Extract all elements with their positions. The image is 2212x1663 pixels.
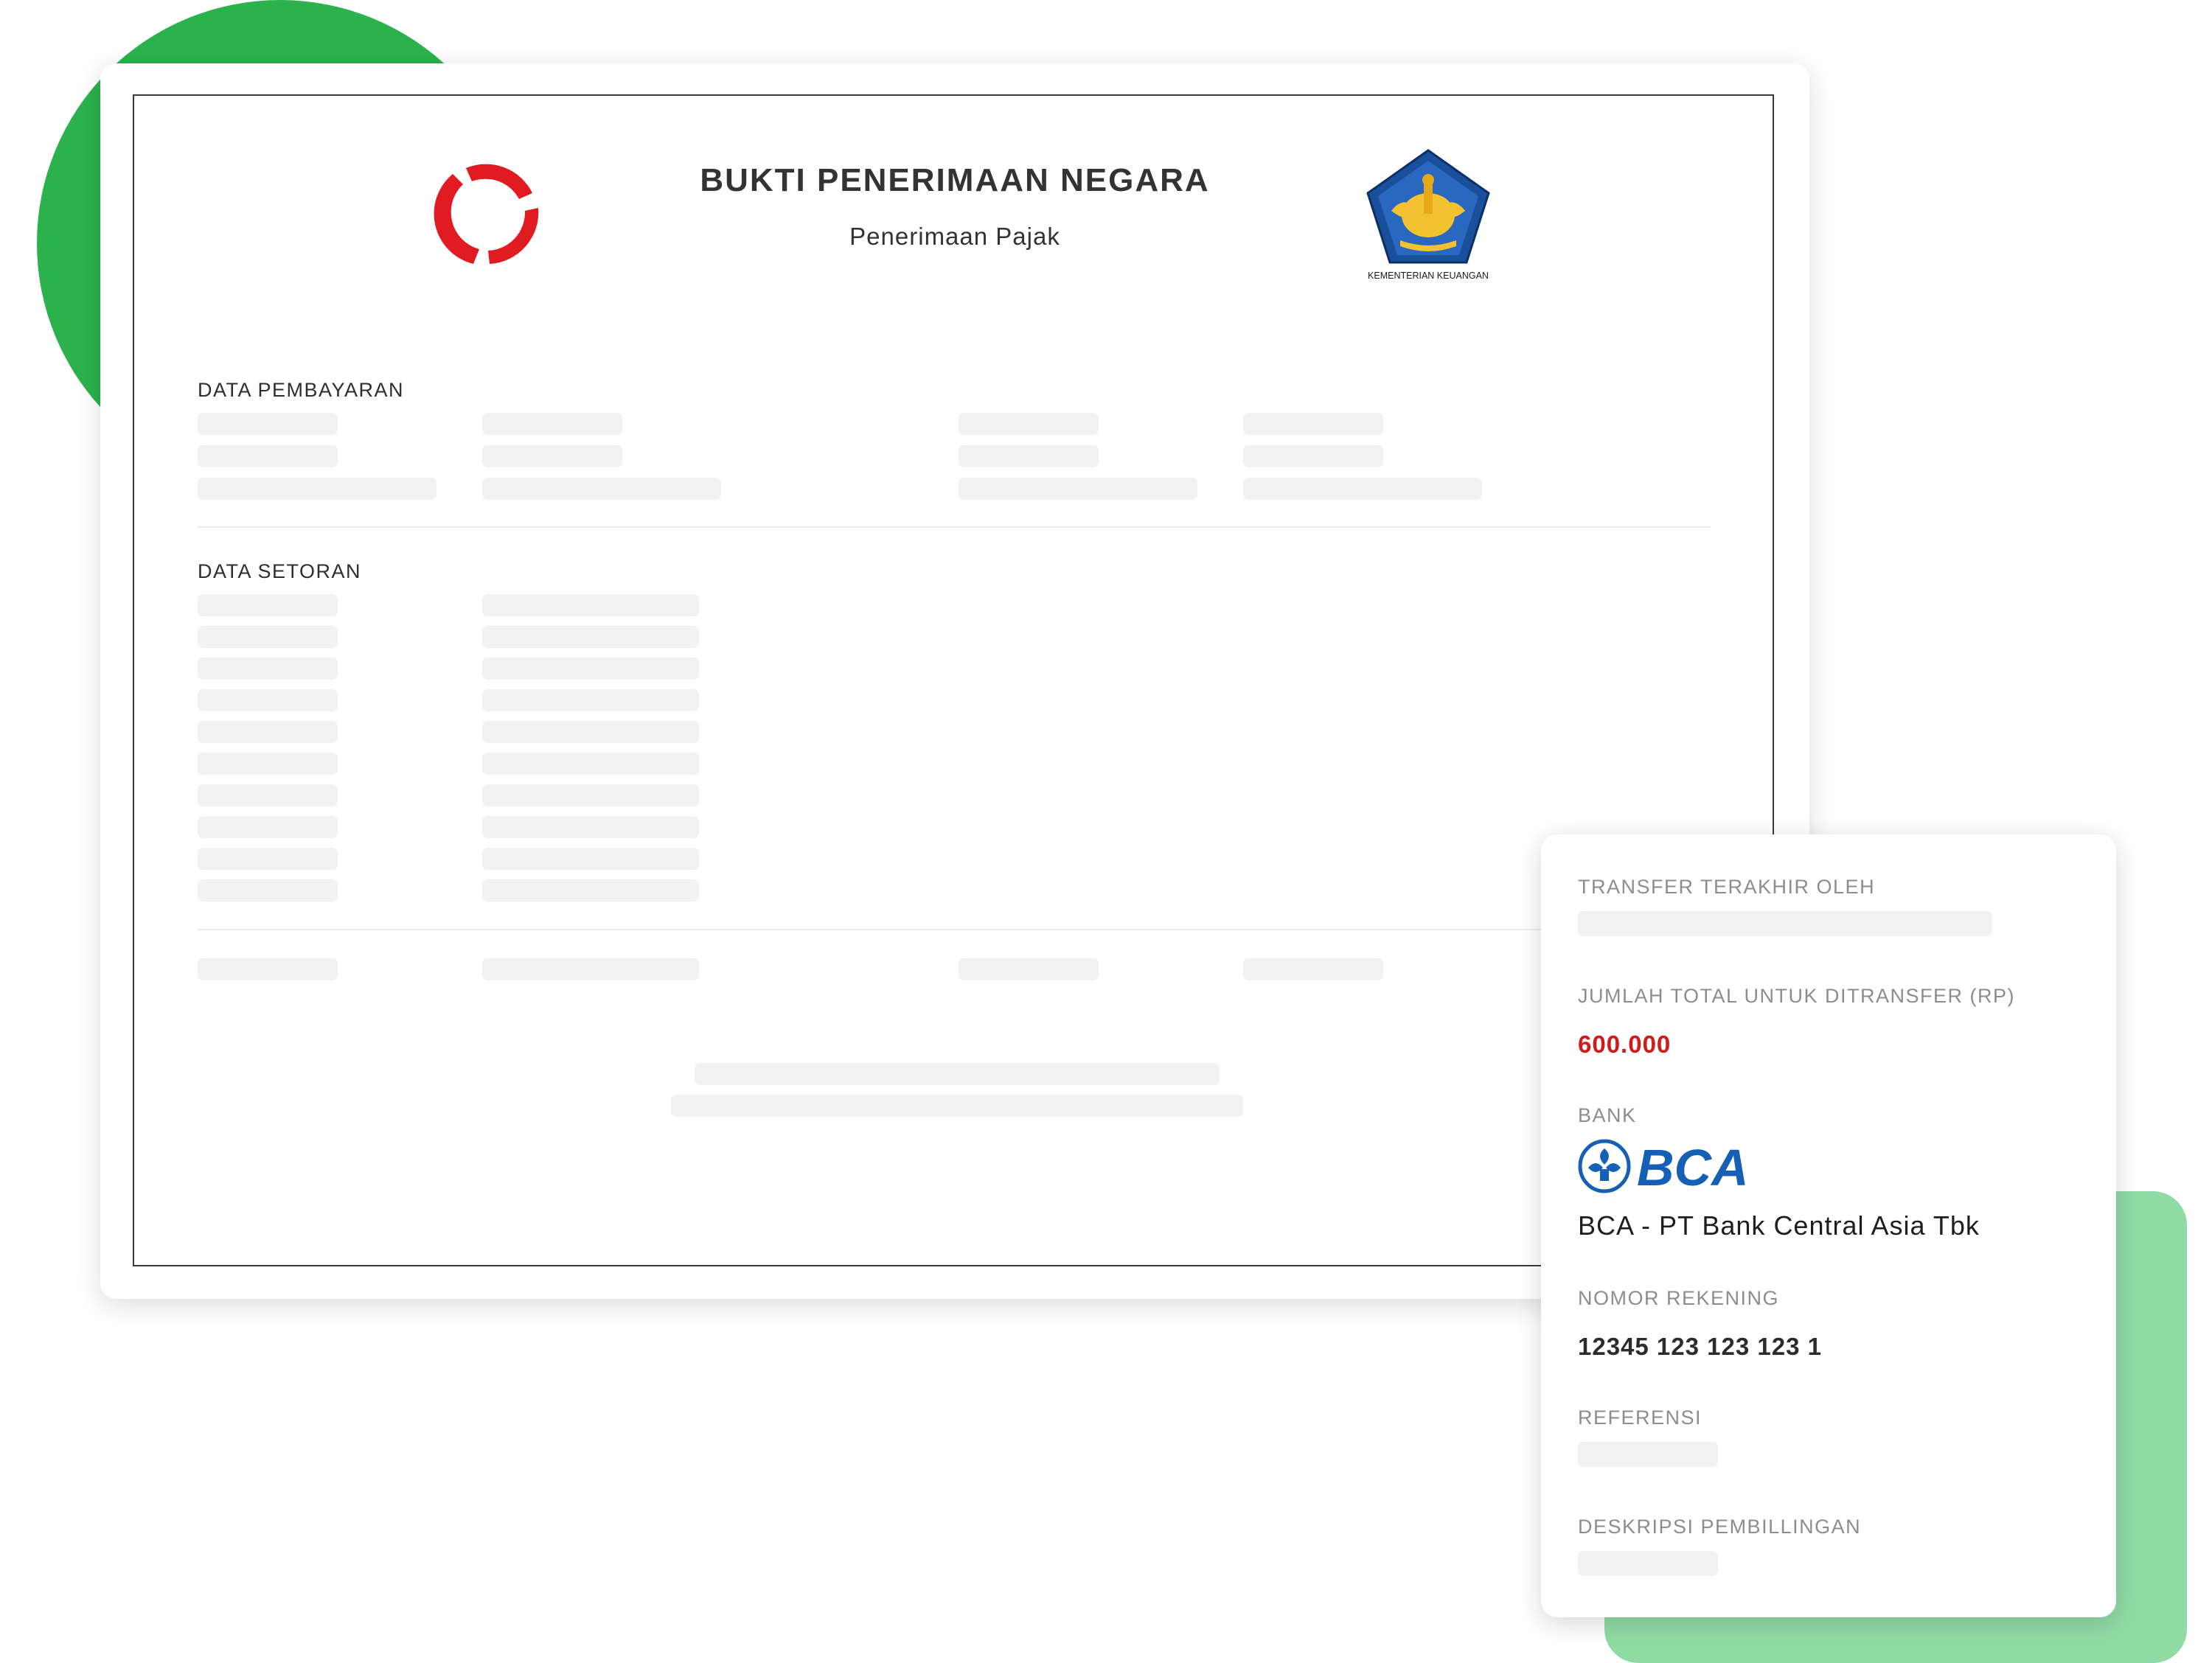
placeholder-bar [198,958,338,980]
ministry-logo-text: KEMENTERIAN KEUANGAN [1368,271,1489,281]
last-transfer-by-label: TRANSFER TERAKHIR OLEH [1578,876,1876,898]
placeholder-bar [959,413,1099,435]
ministry-of-finance-emblem-icon: KEMENTERIAN KEUANGAN [1366,149,1490,281]
placeholder-bar [1243,445,1383,467]
bca-bank-logo-icon: BCA [1578,1139,1747,1196]
placeholder-bar [198,658,338,680]
billing-description-placeholder [1578,1551,1718,1576]
placeholder-bar [198,626,338,648]
bca-logo-text: BCA [1637,1139,1747,1196]
payment-brand-logo-icon [434,164,539,264]
last-transfer-by-placeholder [1578,911,1992,936]
placeholder-bar [198,594,338,616]
placeholder-bar [482,445,622,467]
placeholder-bar [198,753,338,775]
placeholder-bar [198,816,338,838]
section-divider [198,929,1711,930]
total-amount-value: 600.000 [1578,1031,1672,1058]
placeholder-bar [482,413,622,435]
bank-label: BANK [1578,1104,1637,1126]
placeholder-bar [482,721,699,743]
placeholder-bar [482,848,699,870]
placeholder-bar [959,958,1099,980]
placeholder-bar [482,784,699,806]
placeholder-bar [482,879,699,902]
placeholder-bar [198,721,338,743]
total-amount-label: JUMLAH TOTAL UNTUK DITRANSFER (RP) [1578,985,2016,1007]
placeholder-bar [198,689,338,711]
account-number-value: 12345 123 123 123 1 [1578,1333,1822,1360]
placeholder-bar [482,753,699,775]
placeholder-bar [1243,958,1383,980]
document-title: BUKTI PENERIMAAN NEGARA [700,162,1210,198]
section-payment-data-label: DATA PEMBAYARAN [198,379,405,401]
placeholder-bar [198,445,338,467]
placeholder-bar [198,478,437,500]
receipt-frame: BUKTI PENERIMAAN NEGARA Penerimaan Pajak… [133,94,1774,1266]
placeholder-bar [695,1063,1220,1085]
billing-description-label: DESKRIPSI PEMBILLINGAN [1578,1516,1862,1538]
reference-placeholder [1578,1442,1718,1467]
placeholder-bar [482,816,699,838]
document-subtitle: Penerimaan Pajak [849,223,1060,250]
placeholder-bar [959,445,1099,467]
placeholder-bar [482,958,699,980]
placeholder-bar [198,848,338,870]
section-deposit-data-label: DATA SETORAN [198,560,362,582]
bank-name-value: BCA - PT Bank Central Asia Tbk [1578,1210,1980,1241]
placeholder-bar [198,413,338,435]
placeholder-bar [482,478,721,500]
placeholder-bar [482,658,699,680]
placeholder-bar [671,1095,1243,1117]
placeholder-bar [1243,413,1383,435]
placeholder-bar [482,689,699,711]
placeholder-bar [198,879,338,902]
transfer-details-panel: TRANSFER TERAKHIR OLEH JUMLAH TOTAL UNTU… [1541,834,2116,1617]
placeholder-bar [198,784,338,806]
account-number-label: NOMOR REKENING [1578,1287,1780,1309]
placeholder-bar [1243,478,1482,500]
placeholder-bar [482,626,699,648]
placeholder-bar [959,478,1197,500]
reference-label: REFERENSI [1578,1406,1703,1429]
placeholder-bar [482,594,699,616]
section-divider [198,526,1711,528]
